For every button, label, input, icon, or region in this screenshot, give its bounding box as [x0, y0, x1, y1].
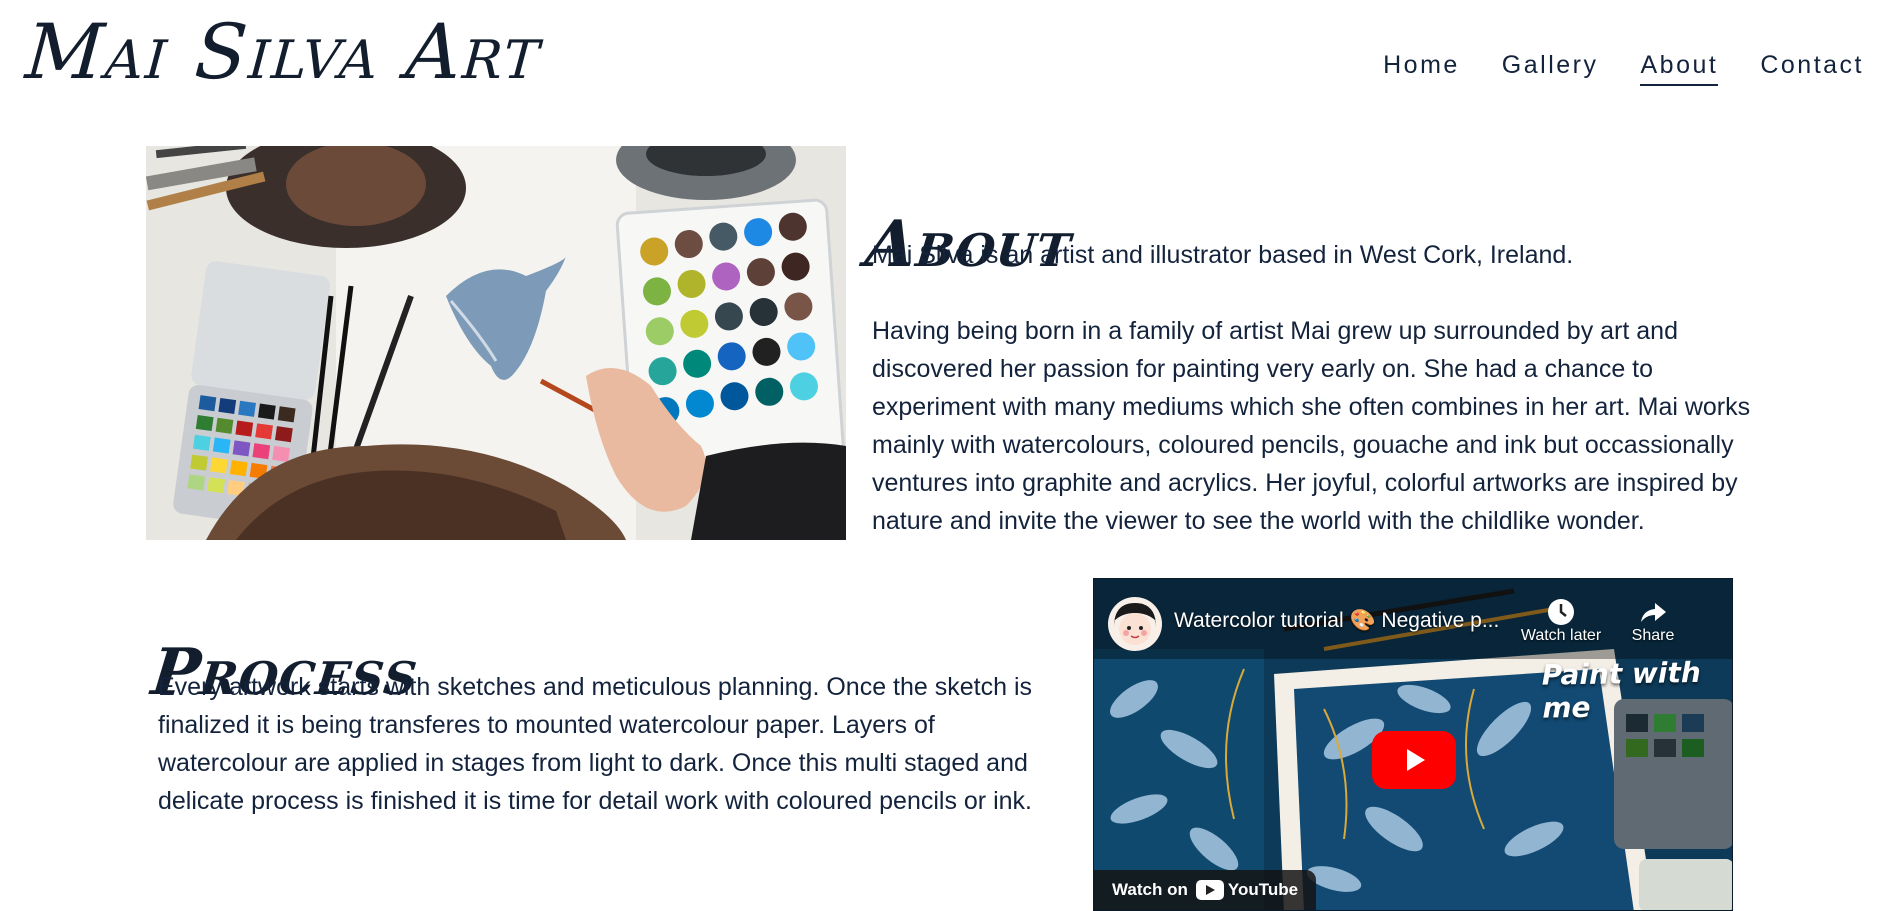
share-button[interactable]: Share: [1608, 597, 1698, 645]
artist-painting-photo: [146, 146, 846, 540]
play-button[interactable]: [1372, 731, 1456, 789]
watch-later-button[interactable]: Watch later: [1516, 597, 1606, 645]
video-overlay-text: Paint with me: [1541, 655, 1702, 725]
nav-contact[interactable]: Contact: [1760, 51, 1864, 86]
watch-later-label: Watch later: [1520, 627, 1602, 644]
share-label: Share: [1631, 627, 1675, 644]
channel-avatar-icon: [1114, 603, 1156, 645]
site-header: Mai Silva Art Home Gallery About Contact: [0, 0, 1890, 120]
youtube-wordmark: YouTube: [1227, 880, 1299, 899]
play-icon: [1407, 749, 1425, 771]
about-bio-text: Having being born in a family of artist …: [872, 317, 1751, 535]
youtube-video-embed[interactable]: Watercolor tutorial 🎨 Negative p... Watc…: [1093, 578, 1733, 911]
nav-about[interactable]: About: [1640, 51, 1719, 86]
watch-on-label: Watch on: [1112, 880, 1188, 899]
artist-painting-illustration: [146, 146, 846, 540]
about-intro-text: Mai Silva is an artist and illustrator b…: [872, 241, 1574, 269]
channel-avatar[interactable]: [1108, 597, 1162, 651]
share-icon: [1608, 597, 1698, 627]
nav-gallery[interactable]: Gallery: [1502, 51, 1599, 86]
site-logo[interactable]: Mai Silva Art: [23, 7, 545, 96]
watch-on-youtube-button[interactable]: Watch on YouTube: [1094, 870, 1317, 910]
youtube-play-icon: [1195, 880, 1224, 900]
nav-home[interactable]: Home: [1383, 51, 1460, 86]
main-nav: Home Gallery About Contact: [1341, 51, 1864, 86]
clock-icon: [1516, 597, 1606, 627]
youtube-logo: YouTube: [1195, 880, 1299, 900]
process-text: Every artwork starts with sketches and m…: [158, 673, 1032, 815]
video-title[interactable]: Watercolor tutorial 🎨 Negative p...: [1174, 609, 1499, 633]
